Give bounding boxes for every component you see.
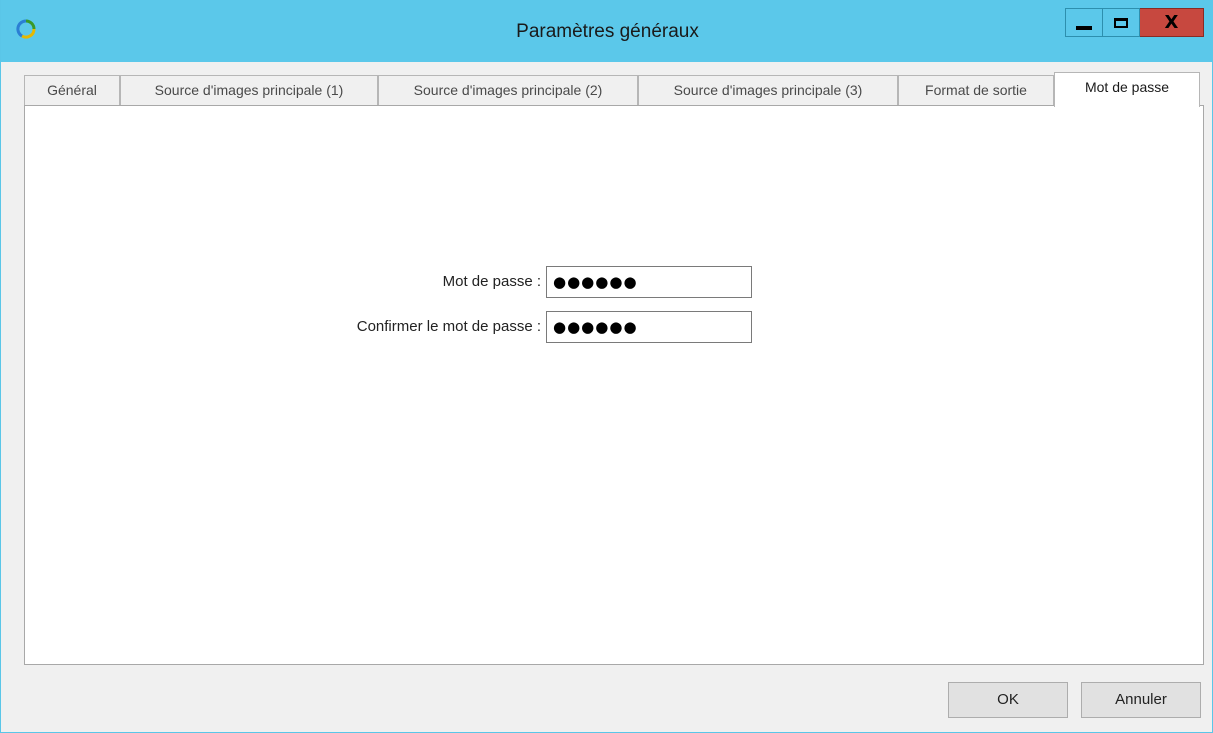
tab-source-1[interactable]: Source d'images principale (1): [120, 75, 378, 105]
window-title: Paramètres généraux: [516, 21, 699, 42]
confirm-password-field[interactable]: ●●●●●●: [546, 311, 752, 343]
tab-password[interactable]: Mot de passe: [1054, 72, 1200, 107]
tab-general-label: Général: [47, 82, 97, 98]
tab-source-2[interactable]: Source d'images principale (2): [378, 75, 638, 105]
tab-source-3[interactable]: Source d'images principale (3): [638, 75, 898, 105]
title-bar[interactable]: Paramètres généraux X: [1, 0, 1213, 62]
tab-general[interactable]: Général: [24, 75, 120, 105]
ok-button[interactable]: OK: [948, 682, 1068, 718]
tab-output-format-label: Format de sortie: [925, 82, 1027, 98]
password-tab-page: [24, 105, 1204, 665]
cancel-button[interactable]: Annuler: [1081, 682, 1201, 718]
minimize-button[interactable]: [1065, 8, 1103, 37]
dialog-window: Paramètres généraux X Général Source d'i…: [0, 0, 1213, 733]
tab-source-1-label: Source d'images principale (1): [154, 82, 344, 98]
tab-output-format[interactable]: Format de sortie: [898, 75, 1054, 105]
tab-bar: Général Source d'images principale (1) S…: [24, 72, 1204, 107]
confirm-password-label: Confirmer le mot de passe :: [356, 318, 541, 335]
maximize-button[interactable]: [1103, 8, 1140, 37]
tab-password-label: Mot de passe: [1084, 79, 1170, 95]
tab-source-3-label: Source d'images principale (3): [673, 82, 863, 98]
password-field[interactable]: ●●●●●●: [546, 266, 752, 298]
close-button[interactable]: X: [1140, 8, 1204, 37]
close-icon: X: [1164, 11, 1179, 33]
tab-source-2-label: Source d'images principale (2): [413, 82, 603, 98]
password-label: Mot de passe :: [442, 273, 541, 290]
maximize-icon: [1114, 17, 1128, 28]
minimize-icon: [1076, 25, 1092, 30]
